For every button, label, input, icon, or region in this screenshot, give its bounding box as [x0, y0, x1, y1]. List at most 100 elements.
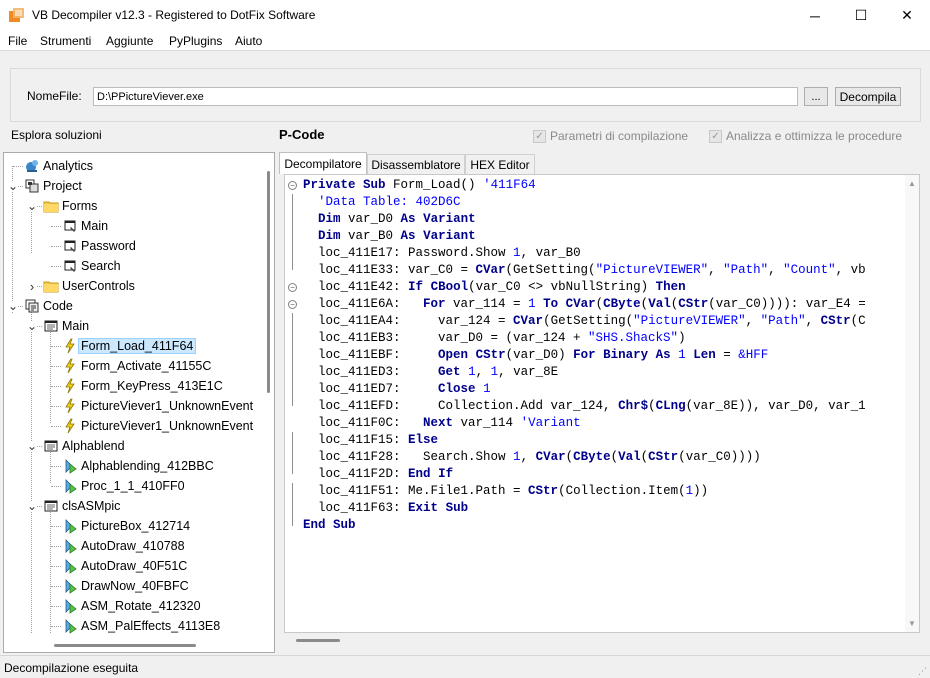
tree-node[interactable]: PictureViever1_UnknownEvent — [62, 396, 253, 416]
code-line: loc_411ED3: Get 1, 1, var_8E — [303, 365, 559, 379]
code-horizontal-scrollbar[interactable] — [290, 637, 910, 647]
tree-node[interactable]: Form_Activate_41155C — [62, 356, 211, 376]
maximize-button[interactable]: ☐ — [838, 0, 884, 31]
collapse-chevron-icon[interactable]: ⌄ — [27, 439, 37, 453]
menu-help[interactable]: Aiuto — [235, 34, 262, 48]
tree-node[interactable]: UserControls — [43, 276, 135, 296]
collapse-chevron-icon[interactable]: ⌄ — [27, 499, 37, 513]
code-vertical-scrollbar[interactable]: ▲ ▼ — [905, 175, 919, 632]
tree-node[interactable]: ASM_Rotate_412320 — [62, 596, 201, 616]
tab-disassembler[interactable]: Disassemblatore — [367, 154, 465, 174]
tree-connector — [51, 426, 61, 427]
tree-node-label: Form_Load_411F64 — [78, 338, 197, 354]
tree-node[interactable]: clsASMpic — [43, 496, 120, 516]
tree-node-label: Proc_1_1_410FF0 — [81, 479, 185, 493]
menu-file[interactable]: File — [8, 34, 27, 48]
checkbox-check-icon: ✓ — [709, 129, 722, 143]
resize-grip-icon[interactable]: ⋰ — [918, 666, 928, 676]
status-text: Decompilazione eseguita — [4, 661, 139, 675]
tree-node[interactable]: AutoDraw_40F51C — [62, 556, 187, 576]
tree-node[interactable]: PictureViever1_UnknownEvent — [62, 416, 253, 436]
tree-node-label: Project — [43, 179, 82, 193]
collapse-chevron-icon[interactable]: ⌄ — [8, 179, 18, 193]
collapse-chevron-icon[interactable]: ⌄ — [8, 299, 18, 313]
tree-node[interactable]: Alphablending_412BBC — [62, 456, 214, 476]
browse-button[interactable]: ... — [804, 87, 828, 106]
tree-node[interactable]: Main — [62, 216, 108, 236]
tree-node-label: UserControls — [62, 279, 135, 293]
tree-hscroll-thumb[interactable] — [54, 644, 196, 647]
solution-tree[interactable]: Analytics ⌄ Project ⌄ Forms Main Password Searc… — [3, 152, 275, 653]
code-line: loc_411EA4: var_124 = CVar(GetSetting("P… — [303, 314, 866, 328]
tree-node-label: PictureViever1_UnknownEvent — [81, 399, 254, 413]
scroll-down-icon[interactable]: ▼ — [905, 619, 919, 629]
tree-node-label: Password — [81, 239, 136, 253]
tree-node-label: Alphablend — [62, 439, 125, 453]
tree-node[interactable]: Project — [24, 176, 82, 196]
file-path-input[interactable] — [93, 87, 798, 106]
tree-node[interactable]: Main — [43, 316, 89, 336]
tree-node[interactable]: PictureBox_412714 — [62, 516, 190, 536]
tree-horizontal-scrollbar[interactable] — [4, 639, 262, 652]
method-icon — [62, 598, 78, 614]
menu-addons[interactable]: Aggiunte — [106, 34, 153, 48]
minimize-icon: ─ — [810, 7, 820, 24]
app-icon — [9, 8, 24, 22]
tree-node-label: PictureViever1_UnknownEvent — [81, 419, 254, 433]
title-bar: VB Decompiler v12.3 - Registered to DotF… — [0, 0, 930, 31]
fold-guide — [292, 194, 293, 270]
tree-node[interactable]: AutoDraw_410788 — [62, 536, 185, 556]
fold-toggle-icon[interactable]: − — [288, 181, 297, 190]
tree-connector — [51, 566, 61, 567]
tree-vertical-scrollbar[interactable] — [262, 153, 274, 638]
menu-tools[interactable]: Strumenti — [40, 34, 91, 48]
tree-node[interactable]: DrawNow_40FBFC — [62, 576, 189, 596]
module-icon — [43, 498, 59, 514]
tree-node[interactable]: Analytics — [24, 156, 93, 176]
code-hscroll-thumb[interactable] — [296, 639, 340, 642]
close-button[interactable]: ✕ — [884, 0, 930, 31]
menu-pyplugins[interactable]: PyPlugins — [169, 34, 222, 48]
method-icon — [62, 478, 78, 494]
expand-chevron-icon[interactable]: › — [27, 279, 37, 294]
tree-connector — [51, 266, 61, 267]
tree-connector — [51, 346, 61, 347]
tree-scroll-thumb[interactable] — [267, 171, 270, 393]
tree-node-label: Analytics — [43, 159, 94, 173]
tree-node[interactable]: Proc_1_1_410FF0 — [62, 476, 185, 496]
tab-hex-editor[interactable]: HEX Editor — [465, 154, 535, 174]
tree-connector — [51, 546, 61, 547]
analyze-optimize-checkbox[interactable]: ✓ Analizza e ottimizza le procedure — [709, 129, 902, 143]
tree-connector — [51, 586, 61, 587]
fold-toggle-icon[interactable]: − — [288, 283, 297, 292]
tree-node[interactable]: Form_KeyPress_413E1C — [62, 376, 223, 396]
tree-node[interactable]: ASM_PalEffects_4113E8 — [62, 616, 220, 636]
form-icon — [62, 218, 78, 234]
code-line: Dim var_D0 As Variant — [318, 212, 476, 226]
menu-bar: File Strumenti Aggiunte PyPlugins Aiuto — [0, 31, 930, 51]
tree-node[interactable]: Code — [24, 296, 73, 316]
tree-node[interactable]: Forms — [43, 196, 97, 216]
code-editor[interactable]: − − − Private Sub Form_Load() '411F64 'Dat… — [284, 174, 920, 633]
code-line: loc_411F0C: Next var_114 'Variant — [303, 416, 581, 430]
compile-params-checkbox[interactable]: ✓ Parametri di compilazione — [533, 129, 688, 143]
decompile-button[interactable]: Decompila — [835, 87, 901, 106]
code-line: loc_411E33: var_C0 = CVar(GetSetting("Pi… — [303, 263, 866, 277]
maximize-icon: ☐ — [854, 7, 868, 23]
form-icon — [62, 238, 78, 254]
code-line: End Sub — [303, 518, 356, 532]
fold-toggle-icon[interactable]: − — [288, 300, 297, 309]
event-icon — [62, 358, 78, 374]
minimize-button[interactable]: ─ — [792, 0, 838, 31]
tree-node[interactable]: Search — [62, 256, 121, 276]
collapse-chevron-icon[interactable]: ⌄ — [27, 199, 37, 213]
tree-connector — [51, 486, 61, 487]
tree-node[interactable]: Form_Load_411F64 — [62, 336, 197, 356]
tab-decompiler[interactable]: Decompilatore — [279, 152, 367, 174]
tree-connector — [51, 406, 61, 407]
scroll-up-icon[interactable]: ▲ — [905, 179, 919, 189]
tree-node[interactable]: Alphablend — [43, 436, 125, 456]
collapse-chevron-icon[interactable]: ⌄ — [27, 319, 37, 333]
tree-node[interactable]: Password — [62, 236, 136, 256]
event-icon — [62, 378, 78, 394]
